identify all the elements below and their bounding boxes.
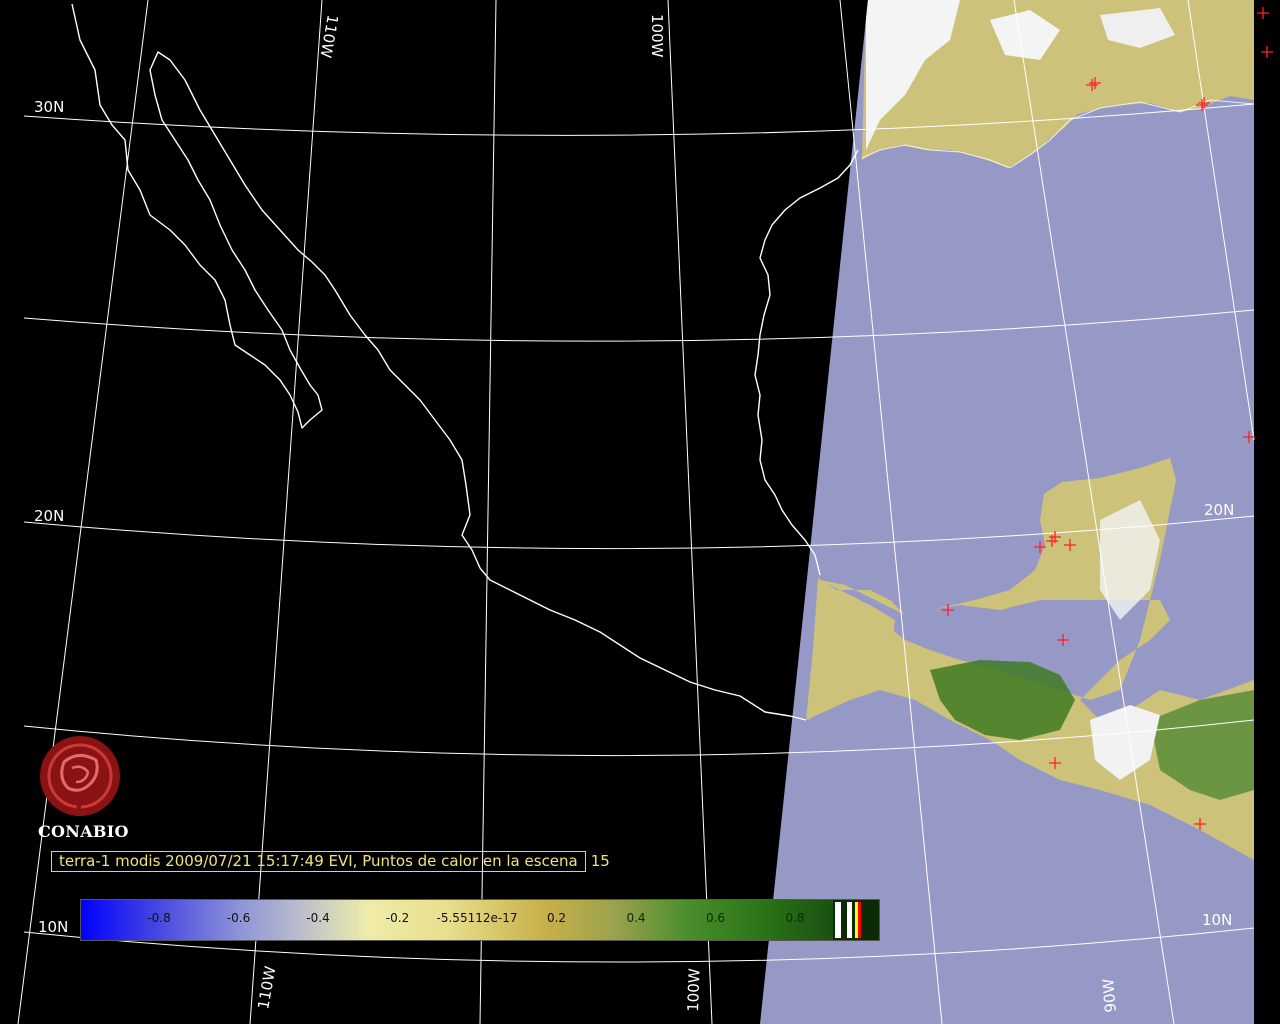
conabio-logo-icon — [40, 736, 120, 817]
colorbar-strip-red — [858, 902, 861, 938]
colorbar-tick-label: 0.8 — [785, 911, 805, 925]
colorbar-tick-label: -5.55112e-17 — [436, 911, 518, 925]
grid-label-90w-bottom: 90W — [1099, 978, 1120, 1014]
colorbar-strip-white-2 — [847, 902, 852, 938]
scene-caption-text: terra-1 modis 2009/07/21 15:17:49 EVI, P… — [59, 852, 578, 870]
colorbar-tick-label: -0.8 — [147, 911, 171, 925]
grid-label-10n-right: 10N — [1202, 911, 1232, 929]
colorbar-tick-label: -0.6 — [226, 911, 251, 925]
scene-caption: terra-1 modis 2009/07/21 15:17:49 EVI, P… — [51, 851, 610, 872]
colorbar-tick-label: -0.4 — [306, 911, 330, 925]
grid-label-20n-left: 20N — [34, 507, 64, 525]
evi-colorbar: -0.8 -0.6 -0.4 -0.2 -5.55112e-17 0.2 0.4 0.6 0.8 — [80, 899, 880, 941]
colorbar-tick-label: 0.2 — [546, 911, 567, 925]
grid-label-10n-left: 10N — [38, 918, 68, 936]
colorbar-tick-label: 0.4 — [626, 911, 646, 925]
colorbar-tick-label: 0.6 — [705, 911, 726, 925]
grid-label-100w-top: 100W — [648, 14, 666, 58]
grid-label-30n-left: 30N — [34, 98, 64, 116]
grid-label-20n-right: 20N — [1204, 501, 1234, 519]
grid-label-100w-bottom: 100W — [684, 968, 704, 1012]
conabio-logo-text: CONABIO — [38, 822, 129, 841]
colorbar-strip-white-1 — [835, 902, 841, 938]
colorbar-tick-label: -0.2 — [385, 911, 410, 925]
hotspot-count: 15 — [590, 852, 610, 870]
colorbar-end-block — [833, 900, 879, 940]
